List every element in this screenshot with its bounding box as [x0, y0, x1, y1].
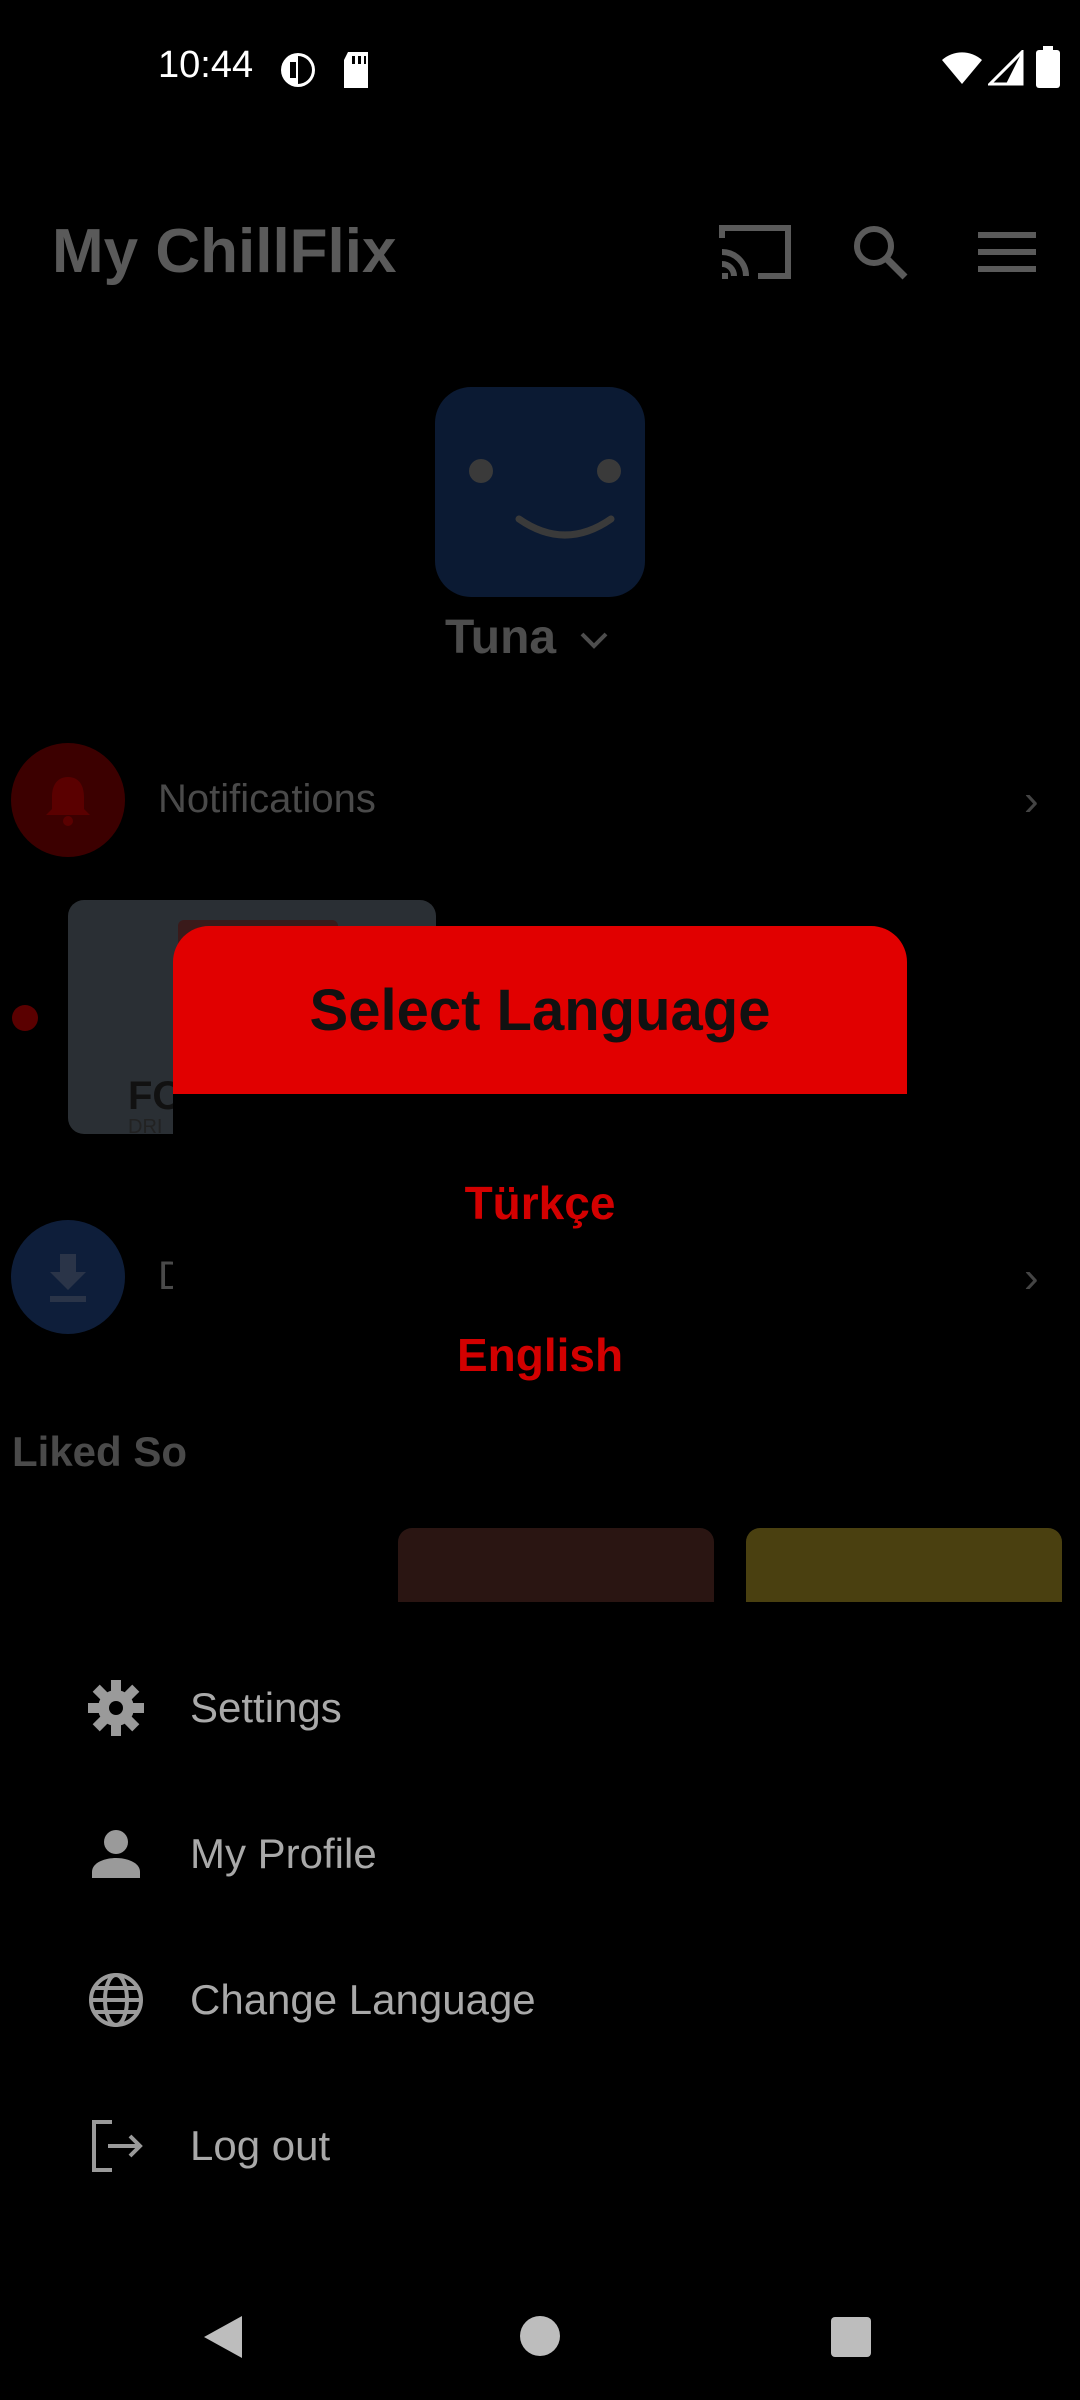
battery-icon — [1036, 46, 1060, 88]
system-nav-bar — [0, 2262, 1080, 2400]
menu-item-log-out[interactable]: Log out — [0, 2072, 1080, 2218]
liked-section-title: Liked So — [12, 1428, 188, 1475]
menu-label: My Profile — [190, 1830, 377, 1877]
downloads-icon — [11, 1220, 125, 1334]
menu-label: Change Language — [190, 1976, 536, 2023]
unread-dot — [12, 1005, 38, 1031]
language-option-turkish[interactable]: Türkçe — [173, 1176, 907, 1230]
menu-item-my-profile[interactable]: My Profile — [0, 1780, 1080, 1926]
wifi-icon — [942, 52, 982, 84]
data-saver-icon — [281, 53, 315, 87]
menu-label: Settings — [190, 1684, 342, 1731]
menu-item-settings[interactable]: Settings — [0, 1634, 1080, 1780]
logout-icon — [92, 2120, 143, 2172]
home-icon[interactable] — [518, 2314, 562, 2358]
status-bar: 10:44 — [0, 0, 1080, 130]
gear-icon — [88, 1680, 144, 1736]
dialog-title: Select Language — [173, 926, 907, 1094]
menu-item-change-language[interactable]: Change Language — [0, 1926, 1080, 2072]
liked-poster[interactable] — [398, 1528, 714, 1602]
search-icon[interactable] — [850, 222, 910, 282]
account-menu-sheet: Settings My Profile Change Language Log … — [0, 1602, 1080, 2242]
chevron-down-icon — [581, 632, 608, 650]
notifications-label[interactable]: Notifications — [158, 777, 376, 822]
sd-card-icon — [344, 52, 368, 88]
globe-icon — [89, 1973, 143, 2027]
status-time: 10:44 — [158, 44, 254, 86]
recents-icon[interactable] — [830, 2316, 872, 2358]
back-icon[interactable] — [200, 2312, 246, 2362]
profile-avatar[interactable] — [435, 387, 645, 597]
dialog-body: Türkçe English — [173, 1094, 907, 1394]
cast-icon[interactable] — [718, 222, 792, 282]
app-title: My ChillFlix — [52, 217, 397, 286]
notifications-icon — [11, 743, 125, 857]
chevron-right-icon: › — [1024, 776, 1039, 825]
language-option-english[interactable]: English — [173, 1328, 907, 1382]
person-icon — [92, 1830, 140, 1878]
select-language-dialog: Select Language Türkçe English — [173, 926, 907, 1394]
signal-icon — [988, 50, 1024, 86]
profile-name[interactable]: Tuna — [445, 610, 609, 665]
menu-label: Log out — [190, 2122, 331, 2169]
menu-icon[interactable] — [978, 230, 1036, 274]
chevron-right-icon: › — [1024, 1253, 1039, 1302]
liked-poster[interactable] — [746, 1528, 1062, 1602]
